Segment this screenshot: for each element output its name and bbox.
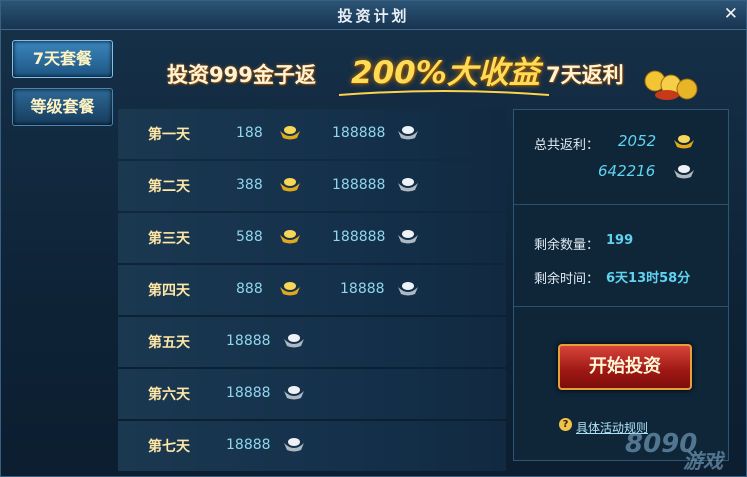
start-investment-button[interactable]: 开始投资 [558,344,692,390]
silver-amount: 188888 [332,177,386,193]
day-label: 第二天 [148,179,190,195]
total-gold-value: 2052 [618,132,657,150]
watermark-suffix: 游戏 [683,449,723,473]
close-icon[interactable]: ✕ [724,4,738,24]
day-label: 第一天 [148,127,190,143]
remaining-count-value: 199 [606,233,634,248]
silver-ingot-icon [398,230,418,244]
silver-amount: 188888 [332,229,386,245]
silver-ingot-icon [284,438,304,452]
site-watermark-logo: 8090 游戏 [621,427,745,475]
total-silver-value: 642216 [598,162,656,180]
remaining-time-value: 6天13时58分 [606,271,691,286]
list-item: 第三天 588 188888 [118,213,506,263]
question-icon: ? [559,418,572,431]
day-label: 第五天 [148,335,190,351]
silver-amount: 188888 [332,125,386,141]
investment-plan-window: 投资计划 ✕ 7天套餐 等级套餐 投资999金子返 200%大收益 7天返利 第… [0,0,747,477]
gold-ingot-icon [280,282,300,296]
gold-amount: 588 [236,229,263,245]
daily-reward-list: 第一天 188 188888 第二天 388 188888 第三天 588 18… [118,109,506,473]
day-label: 第七天 [148,439,190,455]
silver-amount: 18888 [226,333,271,349]
list-item: 第六天 18888 [118,369,506,419]
list-item: 第四天 888 18888 [118,265,506,315]
gold-ingot-icon [280,126,300,140]
day-label: 第四天 [148,283,190,299]
gold-amount: 188 [236,125,263,141]
summary-panel: 总共返利： 2052 642216 剩余数量： 199 剩余时间： 6天13时5… [513,109,729,461]
divider [514,204,728,205]
silver-amount: 18888 [226,437,271,453]
silver-amount: 18888 [340,281,385,297]
silver-amount: 18888 [226,385,271,401]
list-item: 第二天 388 188888 [118,161,506,211]
gold-amount: 888 [236,281,263,297]
title-bar: 投资计划 ✕ [1,1,746,30]
silver-ingot-icon [398,282,418,296]
silver-ingot-icon [398,126,418,140]
tab-7-day-package[interactable]: 7天套餐 [12,40,113,78]
list-item: 第五天 18888 [118,317,506,367]
banner-text-rebate: 7天返利 [546,63,624,87]
banner-text-invest: 投资999金子返 [167,63,316,87]
day-label: 第六天 [148,387,190,403]
remaining-count-label: 剩余数量： [534,238,600,253]
window-title: 投资计划 [337,7,410,25]
day-label: 第三天 [148,231,190,247]
list-item: 第一天 188 188888 [118,109,506,159]
tab-level-package[interactable]: 等级套餐 [12,88,113,126]
silver-ingot-icon [284,386,304,400]
list-item: 第七天 18888 [118,421,506,471]
gold-ingot-icon [674,135,694,149]
banner-text-highlight: 200%大收益 [351,55,540,91]
gold-ingot-icon [280,178,300,192]
swoosh-decoration [339,90,549,96]
silver-ingot-icon [284,334,304,348]
total-rebate-label: 总共返利： [534,138,600,153]
remaining-time-label: 剩余时间： [534,272,600,287]
coin-stack-icon [644,70,698,100]
silver-ingot-icon [398,178,418,192]
promo-banner: 投资999金子返 200%大收益 7天返利 [161,39,701,103]
silver-ingot-icon [674,165,694,179]
divider [514,306,728,307]
gold-ingot-icon [280,230,300,244]
gold-amount: 388 [236,177,263,193]
